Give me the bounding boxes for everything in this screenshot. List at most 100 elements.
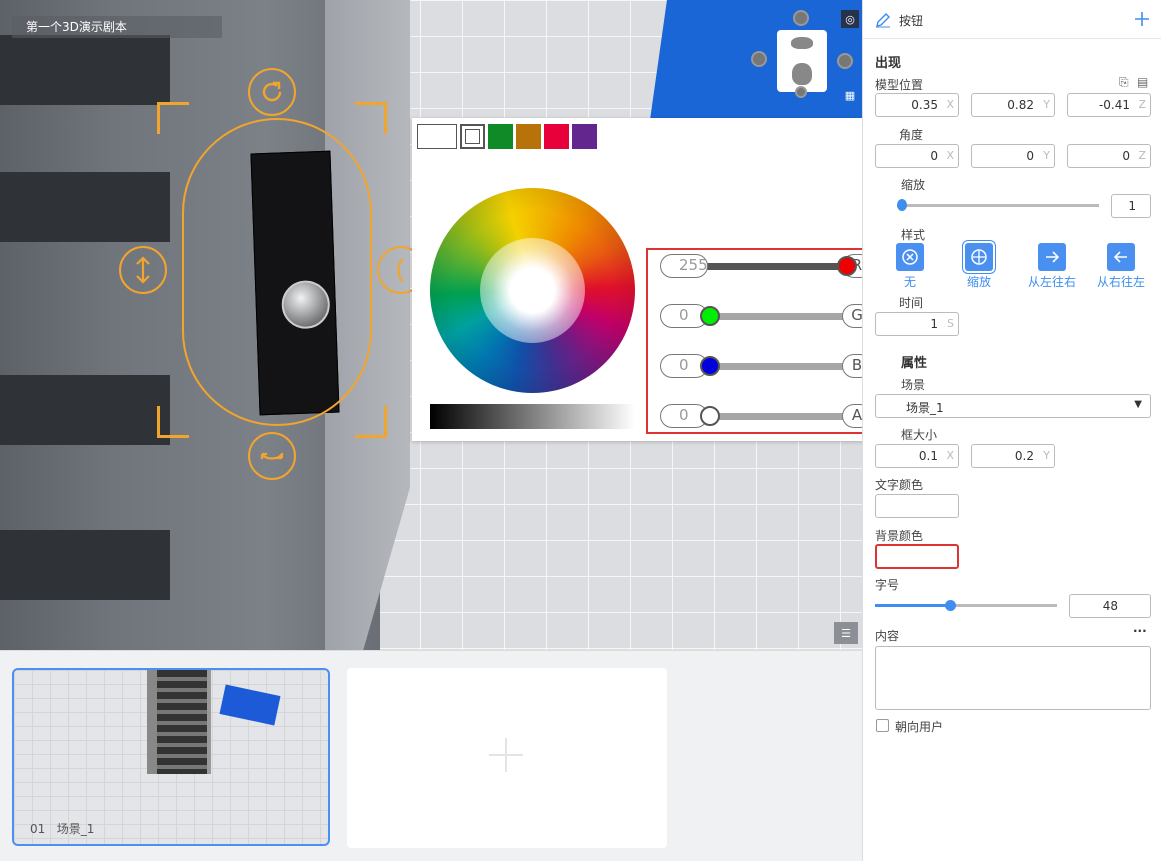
position-z-value: -0.41	[1098, 98, 1130, 112]
scene-select-value: 场景_1	[906, 401, 944, 415]
angle-z-field[interactable]: 0Z	[1067, 144, 1151, 168]
slider-r-knob[interactable]	[837, 256, 857, 276]
keyboard-icon: ▦	[844, 88, 856, 102]
scene-select[interactable]: 场景_1 ▼	[875, 394, 1151, 418]
text-color-label: 文字颜色	[875, 478, 924, 492]
view-navigator-cube[interactable]	[777, 30, 827, 92]
swatch-white-wide[interactable]	[417, 124, 457, 149]
text-color-field[interactable]	[875, 494, 959, 518]
slider-g[interactable]: 0 G	[660, 304, 872, 328]
box-size-x-field[interactable]: 0.1 X	[875, 444, 959, 468]
slider-a[interactable]: 0 A	[660, 404, 872, 428]
scale-field[interactable]: 1	[1111, 194, 1151, 218]
flip-icon	[397, 258, 404, 282]
slider-a-knob[interactable]	[700, 406, 720, 426]
unit-z: Z	[1138, 98, 1146, 111]
angle-x-field[interactable]: 0X	[875, 144, 959, 168]
divider	[863, 38, 1161, 39]
properties-panel: 按钮 出现 模型位置 ⎘ ▤ 0.35 X 0.82 Y -0.41 Z 角度 0X …	[862, 0, 1161, 861]
bg-color-field[interactable]	[875, 544, 959, 569]
grid-view-button[interactable]: ▦	[841, 86, 859, 104]
plus-icon	[489, 738, 523, 772]
add-icon[interactable]	[1134, 11, 1150, 27]
rgba-sliders: 255 R 0 G 0 B 0 A	[646, 248, 888, 434]
position-y-field[interactable]: 0.82 Y	[971, 93, 1055, 117]
wall-stripe	[0, 172, 170, 242]
unit-x: X	[946, 449, 954, 462]
time-value: 1	[930, 317, 938, 331]
style-none-square	[896, 243, 924, 271]
style-left-to-right-label: 从左往右	[1027, 275, 1076, 289]
style-left-to-right-square	[1038, 243, 1066, 271]
nav-up-button[interactable]	[793, 10, 809, 26]
nav-down-button[interactable]	[795, 86, 807, 98]
head-front-icon	[792, 63, 812, 85]
slider-b[interactable]: 0 B	[660, 354, 872, 378]
position-x-value: 0.35	[911, 98, 938, 112]
time-field[interactable]: 1S	[875, 312, 959, 336]
face-user-checkbox[interactable]	[876, 719, 889, 732]
unit-y: Y	[1043, 98, 1050, 111]
brightness-bar[interactable]	[430, 404, 635, 429]
paste-icon[interactable]: ▤	[1137, 75, 1148, 89]
locate-button[interactable]: ◎	[841, 10, 859, 28]
props-section-title: 属性	[901, 356, 928, 371]
style-none-label: 无	[903, 275, 916, 289]
content-label: 内容	[875, 629, 900, 643]
box-size-y-field[interactable]: 0.2 Y	[971, 444, 1055, 468]
unit-z: Z	[1138, 149, 1146, 162]
style-none-button[interactable]: 无	[885, 243, 935, 290]
font-size-field[interactable]: 48	[1069, 594, 1151, 618]
style-scale-button[interactable]: 缩放	[954, 240, 1004, 290]
arrow-left-icon	[1113, 251, 1127, 263]
slider-b-knob[interactable]	[700, 356, 720, 376]
unit-y: Y	[1043, 449, 1050, 462]
rotate-horizontal-handle[interactable]	[248, 432, 296, 480]
scale-slider-track[interactable]	[897, 204, 1099, 207]
style-right-to-left-button[interactable]: 从右往左	[1091, 243, 1151, 290]
scene-strip: 01 场景_1	[0, 650, 862, 861]
rotate-icon	[262, 81, 282, 102]
nav-right-button[interactable]	[837, 53, 853, 69]
swatch-purple[interactable]	[572, 124, 597, 149]
more-icon[interactable]: ···	[1133, 624, 1147, 638]
move-vertical-handle[interactable]	[119, 246, 167, 294]
scale-label: 缩放	[901, 178, 926, 192]
scene-title: 第一个3D演示剧本	[12, 16, 222, 38]
swatch-row	[417, 124, 600, 149]
swatch-green[interactable]	[488, 124, 513, 149]
style-left-to-right-button[interactable]: 从左往右	[1022, 243, 1082, 290]
font-size-label: 字号	[875, 578, 900, 592]
selection-ring[interactable]	[182, 118, 372, 426]
content-textarea[interactable]	[875, 646, 1151, 710]
rotate-handle[interactable]	[248, 68, 296, 116]
angle-label: 角度	[899, 128, 924, 142]
swatch-red[interactable]	[544, 124, 569, 149]
list-button[interactable]: ☰	[834, 622, 858, 644]
color-picker: 255 R 0 G 0 B 0 A	[412, 118, 897, 441]
color-wheel[interactable]	[430, 188, 635, 393]
angle-y-field[interactable]: 0Y	[971, 144, 1055, 168]
copy-icon[interactable]: ⎘	[1119, 75, 1129, 90]
nav-left-button[interactable]	[751, 51, 767, 67]
add-scene-button[interactable]	[347, 668, 667, 848]
slider-r[interactable]: 255 R	[660, 254, 872, 278]
font-size-value: 48	[1102, 599, 1118, 613]
swatch-white[interactable]	[460, 124, 485, 149]
scale-slider-knob[interactable]	[897, 199, 907, 211]
box-size-x-value: 0.1	[918, 449, 938, 463]
edit-icon[interactable]	[875, 12, 891, 28]
scene-thumbnail[interactable]: 01 场景_1	[12, 668, 330, 846]
angle-y-value: 0	[1026, 149, 1034, 163]
box-size-y-value: 0.2	[1014, 449, 1034, 463]
slider-r-value[interactable]: 255	[660, 254, 708, 278]
position-z-field[interactable]: -0.41 Z	[1067, 93, 1151, 117]
position-x-field[interactable]: 0.35 X	[875, 93, 959, 117]
slider-g-knob[interactable]	[700, 306, 720, 326]
font-size-knob[interactable]	[944, 600, 956, 611]
style-scale-square	[962, 240, 996, 274]
horizontal-swap-icon	[260, 452, 284, 460]
face-user-label: 朝向用户	[895, 720, 944, 734]
swatch-orange[interactable]	[516, 124, 541, 149]
arrow-right-icon	[1046, 251, 1060, 263]
